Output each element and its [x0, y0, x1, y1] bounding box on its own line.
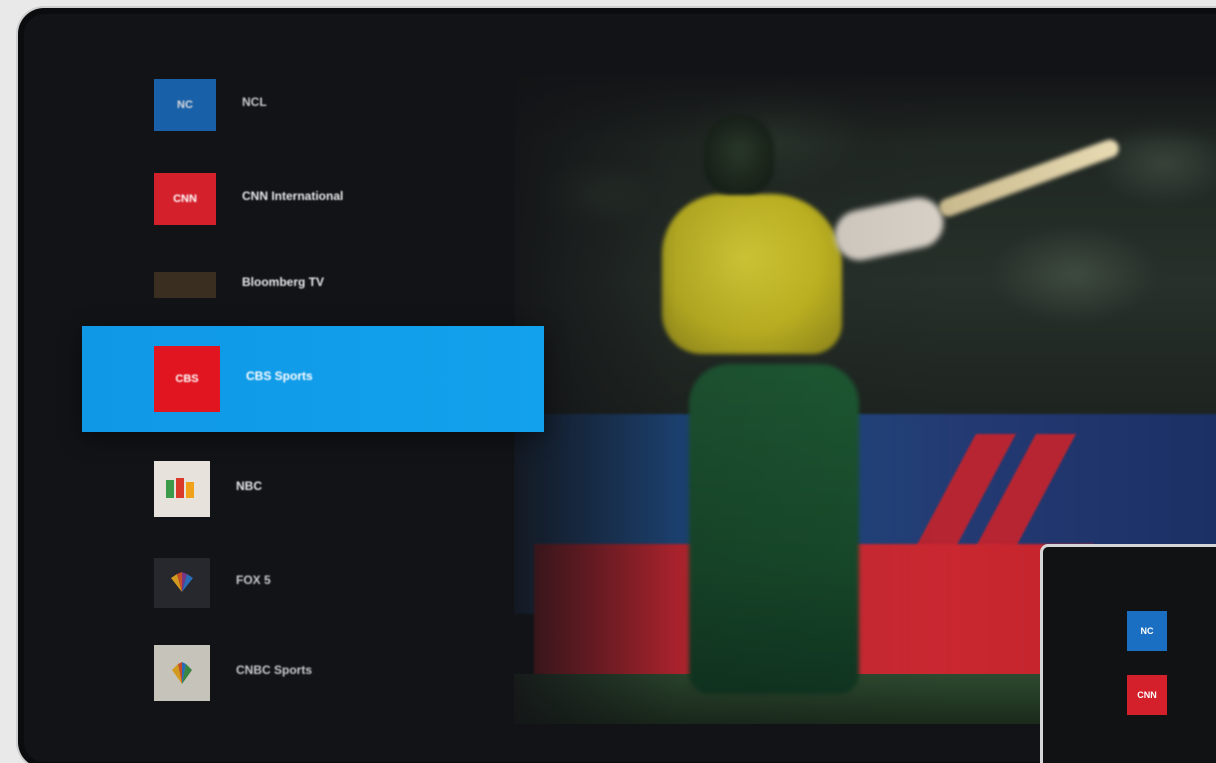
channel-name: FOX 5	[236, 573, 271, 587]
channel-logo-icon: CNN	[154, 173, 216, 225]
channel-guide-list: NC NCL CNN CNN International Bloomberg T…	[24, 14, 544, 762]
tv-screen: NC NCL CNN CNN International Bloomberg T…	[24, 14, 1216, 762]
channel-name: CNBC Sports	[236, 663, 313, 677]
video-top-fade	[514, 74, 1216, 144]
channel-name: CNN International	[242, 189, 344, 203]
tv-frame: NC NCL CNN CNN International Bloomberg T…	[18, 8, 1216, 763]
cnbc-peacock-icon	[172, 662, 192, 684]
channel-logo-icon	[154, 461, 210, 517]
channel-row[interactable]: CNN CNN International	[82, 156, 542, 242]
channel-logo-icon	[154, 558, 210, 608]
channel-logo-icon	[154, 272, 216, 298]
channel-logo-icon	[154, 645, 210, 701]
pip-channel-row[interactable]: NC	[1043, 605, 1216, 657]
channel-name: Bloomberg TV	[242, 275, 325, 289]
pip-preview[interactable]: NC CNN	[1040, 544, 1216, 763]
channel-row[interactable]: CNBC Sports	[82, 630, 542, 716]
program-info	[584, 356, 904, 362]
pip-channel-row[interactable]: CNN	[1043, 669, 1216, 721]
channel-logo-icon: CNN	[1127, 675, 1167, 715]
channel-name: CBS Sports	[246, 369, 313, 383]
channel-logo-icon: NC	[154, 79, 216, 131]
peacock-icon	[166, 478, 194, 498]
channel-row[interactable]: NC NCL	[82, 62, 542, 148]
channel-logo-icon: NC	[1127, 611, 1167, 651]
channel-row[interactable]: FOX 5	[82, 540, 542, 626]
channel-row[interactable]: Bloomberg TV	[82, 242, 542, 328]
channel-name: NCL	[242, 95, 267, 109]
channel-row[interactable]: NBC	[82, 446, 542, 532]
channel-row-selected[interactable]: CBS CBS Sports	[82, 326, 544, 432]
channel-name: NBC	[236, 479, 262, 493]
channel-logo-icon: CBS	[154, 346, 220, 412]
nbc-peacock-icon	[171, 572, 193, 592]
